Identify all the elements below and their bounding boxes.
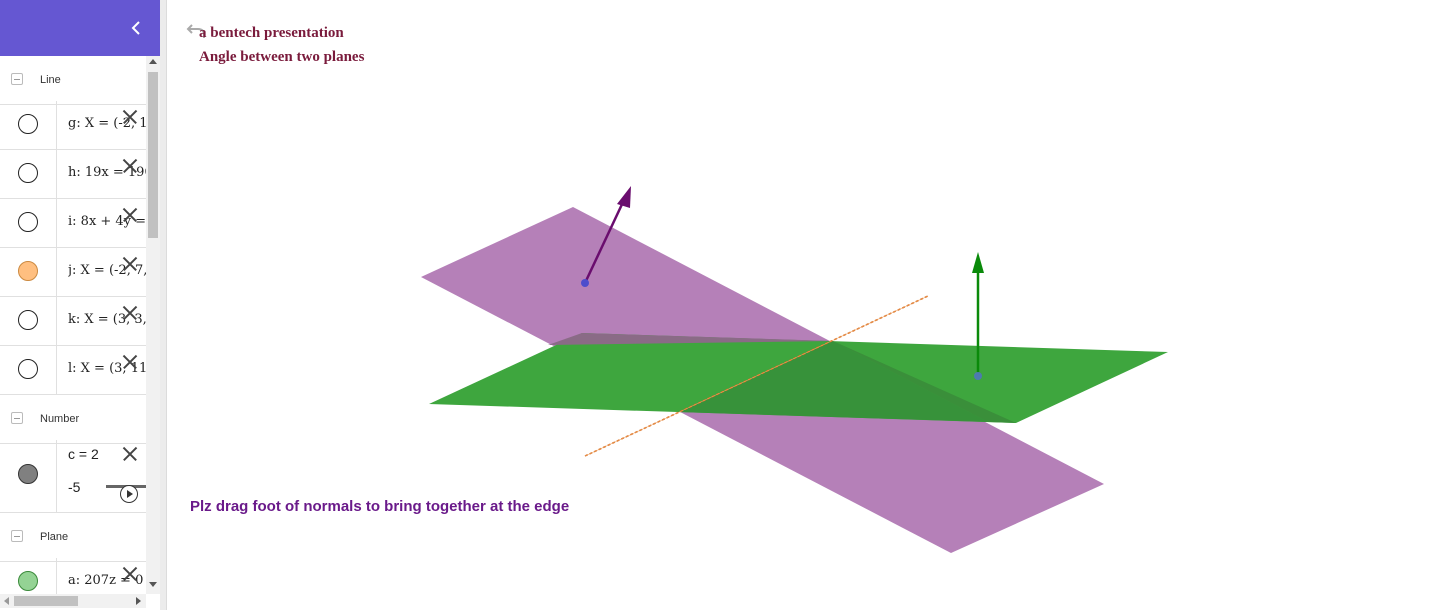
visibility-marble[interactable] xyxy=(18,571,38,591)
algebra-row-j[interactable]: j: X = (-2, 7, xyxy=(0,248,146,297)
collapse-group-icon[interactable] xyxy=(11,73,23,85)
algebra-row-g[interactable]: g: X = (-2, 1 xyxy=(0,101,146,150)
green-normal-foot-point[interactable] xyxy=(974,372,982,380)
green-normal-arrowhead xyxy=(972,252,984,273)
play-icon[interactable] xyxy=(120,485,138,503)
purple-normal-arrowhead xyxy=(617,186,631,208)
algebra-row-k[interactable]: k: X = (3, 3, xyxy=(0,297,146,346)
algebra-list: Line g: X = (-2, 1 h: 19x = 190 i: 8x + … xyxy=(0,56,146,594)
group-header-plane[interactable]: Plane xyxy=(0,513,146,562)
scroll-left-icon[interactable] xyxy=(4,597,9,605)
page-title: Angle between two planes xyxy=(199,49,365,65)
vertical-scroll-thumb[interactable] xyxy=(148,72,158,238)
group-label: Number xyxy=(40,413,80,425)
group-label: Plane xyxy=(40,531,69,543)
visibility-marble[interactable] xyxy=(18,310,38,330)
algebra-header xyxy=(0,0,160,56)
visibility-marble[interactable] xyxy=(18,261,38,281)
algebra-row-a[interactable]: a: 207z = 0 xyxy=(0,558,146,594)
scroll-right-icon[interactable] xyxy=(136,597,141,605)
delete-icon[interactable] xyxy=(122,207,138,223)
group-header-line[interactable]: Line xyxy=(0,56,146,105)
visibility-marble[interactable] xyxy=(18,212,38,232)
panel-divider[interactable] xyxy=(160,0,167,610)
delete-icon[interactable] xyxy=(122,566,138,582)
slider-min-label: -5 xyxy=(68,479,81,495)
purple-normal-foot-point[interactable] xyxy=(581,279,589,287)
scroll-up-icon[interactable] xyxy=(149,59,157,64)
delete-icon[interactable] xyxy=(122,158,138,174)
algebra-row-l[interactable]: l: X = (3, 11 xyxy=(0,346,146,395)
collapse-group-icon[interactable] xyxy=(11,412,23,424)
group-label: Line xyxy=(40,74,61,86)
algebra-row-i[interactable]: i: 8x + 4y = xyxy=(0,199,146,248)
collapse-group-icon[interactable] xyxy=(11,530,23,542)
presentation-title: a bentech presentation xyxy=(199,25,344,41)
chevron-left-icon[interactable] xyxy=(126,16,146,40)
group-header-number[interactable]: Number xyxy=(0,395,146,444)
visibility-marble[interactable] xyxy=(18,163,38,183)
scroll-down-icon[interactable] xyxy=(149,582,157,587)
delete-icon[interactable] xyxy=(122,109,138,125)
horizontal-scroll-thumb[interactable] xyxy=(14,596,78,606)
delete-icon[interactable] xyxy=(122,446,138,462)
delete-icon[interactable] xyxy=(122,256,138,272)
instruction-text: Plz drag foot of normals to bring togeth… xyxy=(190,498,570,515)
visibility-marble[interactable] xyxy=(18,114,38,134)
delete-icon[interactable] xyxy=(122,354,138,370)
visibility-marble[interactable] xyxy=(18,359,38,379)
graphics-3d-view[interactable] xyxy=(167,0,1440,610)
algebra-view: Line g: X = (-2, 1 h: 19x = 190 i: 8x + … xyxy=(0,0,160,610)
algebra-row-h[interactable]: h: 19x = 190 xyxy=(0,150,146,199)
delete-icon[interactable] xyxy=(122,305,138,321)
visibility-marble[interactable] xyxy=(18,464,38,484)
